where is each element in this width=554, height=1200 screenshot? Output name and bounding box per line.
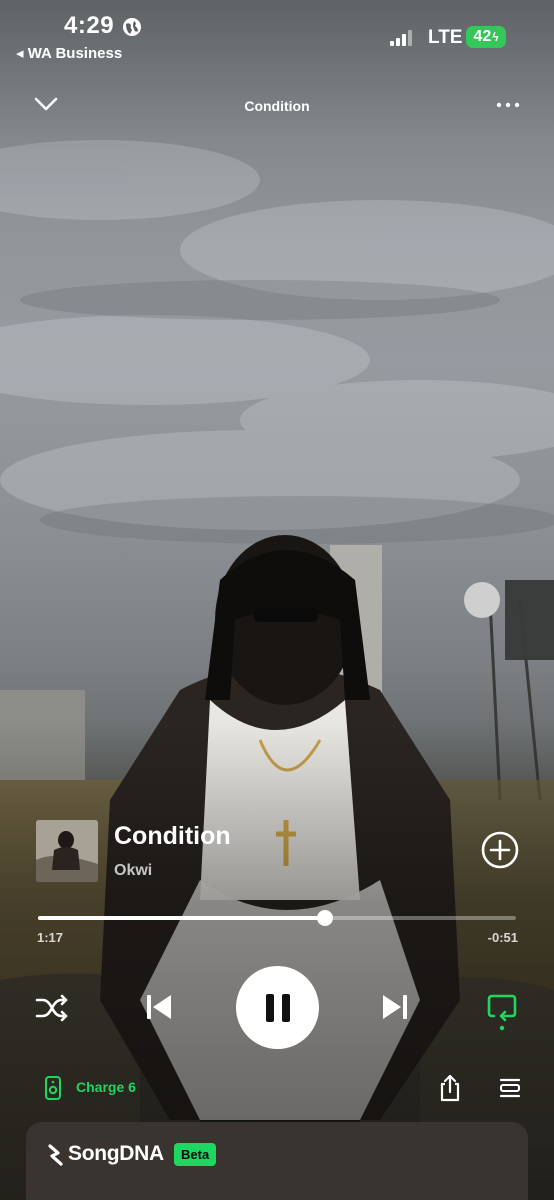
elapsed-time: 1:17 [37,930,64,945]
share-icon[interactable] [438,1074,462,1102]
speaker-icon[interactable] [44,1076,62,1100]
shuffle-button[interactable] [34,992,70,1024]
repeat-icon [487,994,517,1031]
pause-button[interactable] [236,966,319,1049]
previous-track-button[interactable] [144,992,174,1022]
clock: 4:29 [64,12,115,39]
remaining-time: -0:51 [487,930,518,945]
connected-device-label[interactable]: Charge 6 [76,1079,136,1095]
battery-indicator: 42 ϟ [466,26,506,48]
repeat-button[interactable] [486,992,518,1032]
track-title[interactable]: Condition [114,822,231,851]
page-title: Condition [244,98,310,114]
network-type: LTE [428,27,463,48]
charging-bolt-icon: ϟ [492,30,499,44]
skip-previous-icon [147,995,171,1019]
signal-icon [390,30,412,46]
skip-next-icon [383,995,407,1019]
status-bar: 4:29 ◂ WA Business LTE 42 ϟ [0,0,554,70]
back-to-app-link[interactable]: ◂ WA Business [16,44,122,62]
songdna-title: SongDNA [68,1142,164,1165]
album-cover[interactable] [36,820,98,882]
now-playing-screen: 4:29 ◂ WA Business LTE 42 ϟ Condition Co… [0,0,554,1200]
next-track-button[interactable] [380,992,410,1022]
track-artist[interactable]: Okwi [114,862,152,880]
progress-fill [38,916,325,920]
queue-icon[interactable] [498,1076,522,1100]
beta-badge: Beta [174,1143,217,1166]
progress-handle[interactable] [316,910,333,926]
battery-level: 42 [473,28,492,45]
globe-icon [123,18,141,36]
shuffle-icon [35,994,68,1022]
more-dots-icon[interactable] [496,98,520,112]
songdna-card[interactable]: SongDNA Beta [26,1122,528,1200]
songdna-logo-icon [48,1144,63,1166]
add-to-library-icon[interactable] [480,830,520,870]
progress-bar[interactable] [38,910,516,926]
pause-icon [265,993,290,1022]
